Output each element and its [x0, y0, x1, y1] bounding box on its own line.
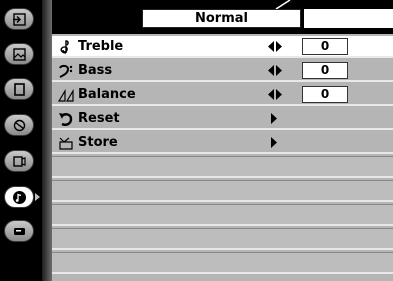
menu-item-empty: [52, 180, 393, 202]
menu-item-empty: [52, 252, 393, 274]
menu-item-empty: [52, 204, 393, 226]
reset-icon: [59, 113, 73, 126]
mode-bar: Normal: [52, 0, 393, 34]
input-icon: [13, 13, 26, 26]
menu-tab-column: [0, 0, 42, 281]
mode-bar-extension: [304, 9, 393, 28]
submenu-arrow-icon[interactable]: [270, 137, 278, 148]
mode-selector[interactable]: Normal: [142, 9, 301, 28]
bass-clef-icon: [59, 64, 73, 78]
tab-screen[interactable]: [4, 78, 34, 100]
menu-item-reset[interactable]: Reset: [52, 108, 393, 130]
left-right-arrows-icon[interactable]: [268, 41, 282, 52]
menu-item-empty: [52, 156, 393, 178]
menu-item-bass[interactable]: Bass 0: [52, 60, 393, 82]
menu-item-empty: [52, 228, 393, 250]
tab-setting[interactable]: [4, 150, 34, 172]
panel-left-rail: [42, 0, 52, 281]
sound-icon: [13, 191, 26, 204]
left-right-arrows-icon[interactable]: [268, 65, 282, 76]
menu-item-balance[interactable]: Balance 0: [52, 84, 393, 106]
screen-icon: [14, 83, 25, 96]
setting-icon: [13, 156, 26, 167]
color-icon: [13, 119, 26, 132]
reset-label: Reset: [78, 111, 120, 126]
balance-value[interactable]: 0: [302, 86, 348, 103]
store-icon: [59, 137, 73, 150]
menu-item-treble[interactable]: Treble 0: [52, 36, 393, 58]
menu-item-store[interactable]: Store: [52, 132, 393, 154]
projector-icon: [14, 228, 25, 235]
bass-label: Bass: [78, 63, 113, 78]
store-label: Store: [78, 135, 118, 150]
image-icon: [13, 48, 26, 61]
tab-color[interactable]: [4, 114, 34, 136]
submenu-arrow-icon[interactable]: [270, 113, 278, 124]
tab-image[interactable]: [4, 43, 34, 65]
balance-icon: [58, 88, 74, 102]
active-tab-pointer: [35, 193, 40, 201]
left-right-arrows-icon[interactable]: [268, 89, 282, 100]
treble-clef-icon: [60, 40, 69, 54]
mode-indicator-slash: [275, 0, 291, 9]
sound-menu-screen: Normal Treble 0 Bass 0 Balance 0 Reset S…: [0, 0, 393, 281]
balance-label: Balance: [78, 87, 136, 102]
tab-sound[interactable]: [4, 186, 34, 208]
tab-input[interactable]: [4, 8, 34, 30]
tab-projector[interactable]: [4, 220, 34, 242]
treble-value[interactable]: 0: [302, 38, 348, 55]
sound-menu-panel: Normal Treble 0 Bass 0 Balance 0 Reset S…: [42, 0, 393, 281]
treble-label: Treble: [78, 39, 124, 54]
bass-value[interactable]: 0: [302, 62, 348, 79]
